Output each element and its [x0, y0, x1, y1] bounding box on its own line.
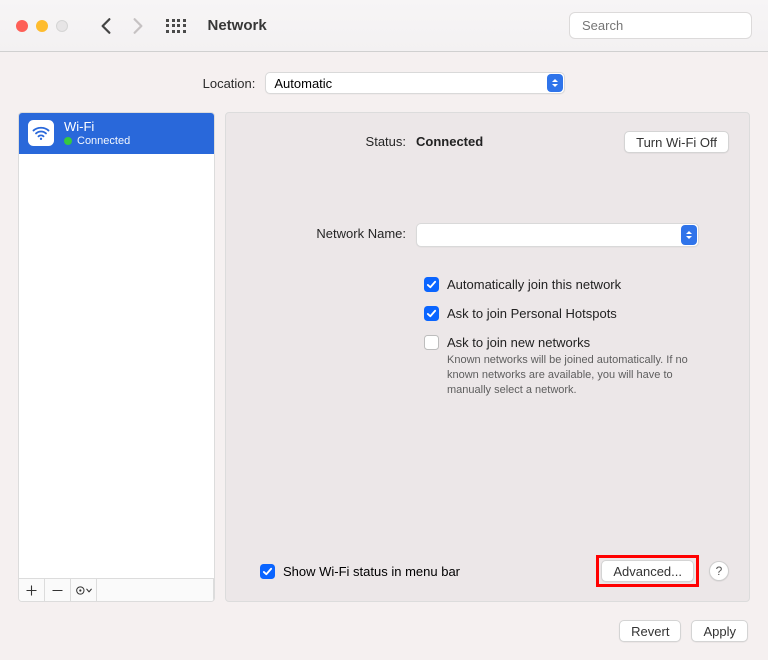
- panel-footer: Show Wi-Fi status in menu bar Advanced..…: [246, 555, 729, 587]
- network-name-row: Network Name:: [246, 223, 729, 247]
- menu-bar-status-label: Show Wi-Fi status in menu bar: [283, 564, 460, 579]
- apply-button[interactable]: Apply: [691, 620, 748, 642]
- stepper-icon: [547, 74, 563, 92]
- window-body: Location: Automatic Wi-Fi Connected: [0, 52, 768, 660]
- location-select[interactable]: Automatic: [265, 72, 565, 94]
- new-networks-label: Ask to join new networks: [447, 335, 590, 350]
- new-networks-checkbox[interactable]: [424, 335, 439, 350]
- checkmark-icon: [262, 566, 273, 577]
- status-indicator-icon: [64, 137, 72, 145]
- menu-bar-status-checkbox[interactable]: [260, 564, 275, 579]
- sidebar-footer: [19, 578, 214, 601]
- stepper-icon: [681, 225, 697, 245]
- minimize-window-button[interactable]: [36, 20, 48, 32]
- personal-hotspots-label: Ask to join Personal Hotspots: [447, 306, 617, 321]
- close-window-button[interactable]: [16, 20, 28, 32]
- plus-icon: [26, 585, 37, 596]
- advanced-button[interactable]: Advanced...: [601, 560, 694, 582]
- search-input[interactable]: [582, 18, 758, 33]
- maximize-window-button[interactable]: [56, 20, 68, 32]
- window-controls: [16, 20, 68, 32]
- search-field[interactable]: [569, 12, 752, 39]
- sidebar-footer-spacer: [97, 579, 214, 601]
- auto-join-label: Automatically join this network: [447, 277, 621, 292]
- advanced-button-highlight: Advanced...: [596, 555, 699, 587]
- add-service-button[interactable]: [19, 579, 45, 601]
- content-panes: Wi-Fi Connected: [18, 112, 750, 602]
- new-networks-help: Known networks will be joined automatica…: [424, 353, 704, 398]
- wifi-icon: [28, 120, 54, 146]
- revert-button[interactable]: Revert: [619, 620, 681, 642]
- status-value: Connected: [416, 131, 483, 149]
- window-title: Network: [208, 17, 267, 34]
- checkmark-icon: [426, 279, 437, 290]
- service-actions-button[interactable]: [71, 579, 97, 601]
- services-sidebar: Wi-Fi Connected: [18, 112, 215, 602]
- window-footer-buttons: Revert Apply: [18, 602, 750, 660]
- network-name-select[interactable]: [416, 223, 699, 247]
- network-name-label: Network Name:: [246, 223, 416, 241]
- show-all-preferences-button[interactable]: [166, 19, 186, 33]
- status-row: Status: Connected Turn Wi-Fi Off: [246, 131, 729, 153]
- sidebar-item-wifi[interactable]: Wi-Fi Connected: [19, 113, 214, 154]
- remove-service-button[interactable]: [45, 579, 71, 601]
- auto-join-checkbox[interactable]: [424, 277, 439, 292]
- location-value: Automatic: [274, 76, 332, 91]
- menu-bar-status-row: Show Wi-Fi status in menu bar: [246, 564, 460, 579]
- minus-icon: [52, 585, 63, 596]
- sidebar-item-name: Wi-Fi: [64, 119, 130, 135]
- chevron-right-icon: [131, 17, 145, 35]
- wifi-options: Automatically join this network Ask to j…: [246, 277, 729, 398]
- sidebar-item-status: Connected: [77, 135, 130, 148]
- nav-back-button[interactable]: [94, 12, 118, 40]
- toggle-wifi-button[interactable]: Turn Wi-Fi Off: [624, 131, 729, 153]
- sidebar-item-text: Wi-Fi Connected: [64, 119, 130, 148]
- personal-hotspots-row: Ask to join Personal Hotspots: [424, 306, 729, 321]
- actions-menu-icon: [74, 585, 94, 596]
- location-label: Location:: [203, 76, 256, 91]
- help-button[interactable]: ?: [709, 561, 729, 581]
- titlebar: Network: [0, 0, 768, 52]
- chevron-left-icon: [99, 17, 113, 35]
- personal-hotspots-checkbox[interactable]: [424, 306, 439, 321]
- new-networks-row: Ask to join new networks Known networks …: [424, 335, 729, 398]
- settings-panel: Status: Connected Turn Wi-Fi Off Network…: [225, 112, 750, 602]
- status-label: Status:: [246, 131, 416, 149]
- nav-forward-button[interactable]: [126, 12, 150, 40]
- checkmark-icon: [426, 308, 437, 319]
- auto-join-row: Automatically join this network: [424, 277, 729, 292]
- location-row: Location: Automatic: [18, 52, 750, 112]
